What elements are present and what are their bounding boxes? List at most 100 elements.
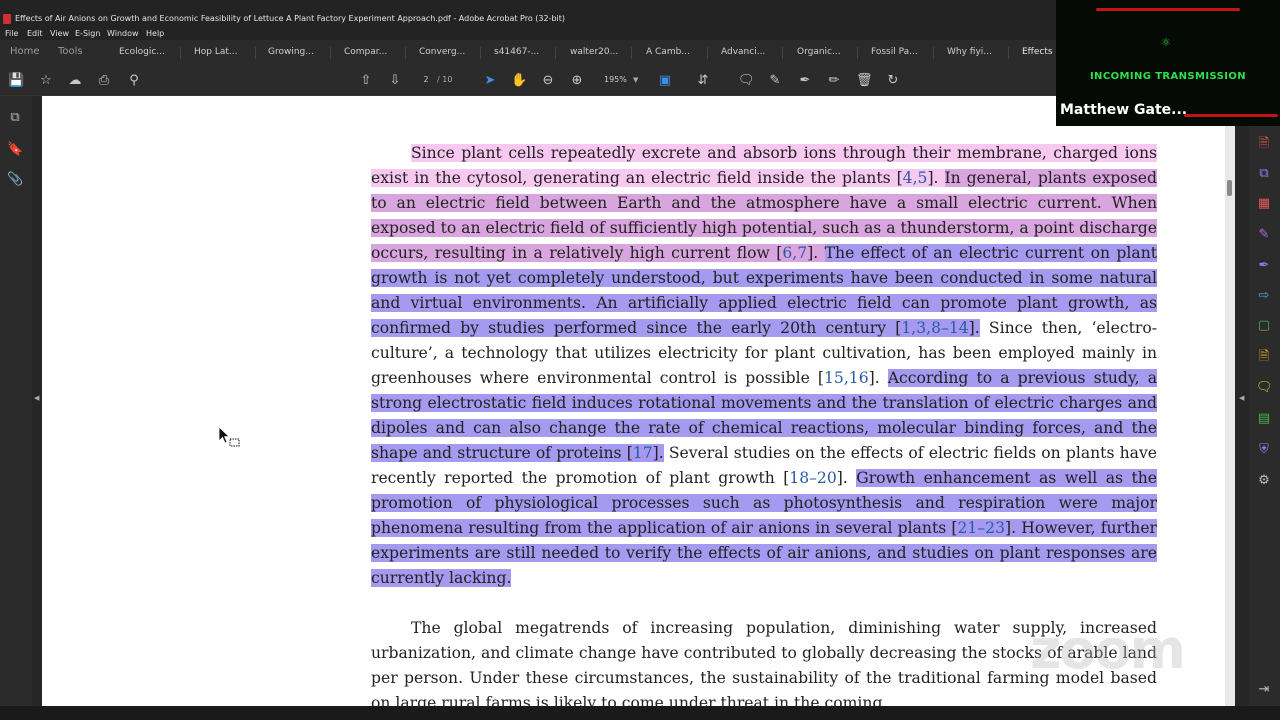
tab-divider [405, 47, 406, 59]
tab-divider [782, 47, 783, 59]
rotate-icon[interactable]: ↻ [885, 73, 901, 89]
citation-link[interactable]: 18–20 [789, 469, 836, 487]
tab-document[interactable]: Growing... [268, 47, 314, 57]
tab-divider [1008, 47, 1009, 59]
sentence: ]. [868, 369, 888, 387]
citation-link[interactable]: 4,5 [903, 169, 928, 187]
tab-document[interactable]: walter20... [570, 47, 618, 57]
mouse-pointer-icon [218, 426, 240, 447]
next-page-icon[interactable]: ⇩ [387, 73, 403, 89]
sentence: ]. [807, 244, 825, 262]
hand-tool-icon[interactable]: ✋ [511, 73, 527, 89]
menu-edit[interactable]: Edit [27, 29, 43, 38]
tab-document[interactable]: A Camb... [646, 47, 690, 57]
citation-link[interactable]: 15,16 [824, 369, 869, 387]
zoom-out-icon[interactable]: ⊖ [540, 73, 556, 89]
collapse-right-icon: ◀ [1239, 394, 1245, 402]
comment-icon[interactable]: 🗨 [738, 73, 755, 89]
tab-document[interactable]: Hop Lat... [194, 47, 238, 57]
citation-link[interactable]: 17 [633, 444, 653, 462]
search-icon[interactable]: ⚲ [126, 73, 142, 89]
menu-view[interactable]: View [50, 29, 69, 38]
select-cursor-icon[interactable]: ➤ [482, 73, 498, 89]
edit-pdf-icon[interactable]: ✎ [1256, 227, 1272, 243]
zoom-level[interactable]: 195% [604, 72, 627, 88]
sentence: ]. [652, 444, 664, 462]
zoom-dropdown-icon[interactable]: ▼ [633, 72, 638, 88]
paragraph: Since plant cells repeatedly excrete and… [371, 141, 1158, 591]
tab-divider [180, 47, 181, 59]
zoom-watermark: zoom [1030, 618, 1186, 681]
bookmarks-icon[interactable]: 🔖 [7, 142, 23, 158]
fit-page-icon[interactable]: ▣ [657, 73, 673, 89]
video-call-tile[interactable]: ⚛ INCOMING TRANSMISSION Matthew Gate... [1056, 0, 1280, 126]
scan-ocr-icon[interactable]: ▢ [1256, 318, 1272, 334]
tab-document[interactable]: Organic... [797, 47, 841, 57]
window-title: Effects of Air Anions on Growth and Econ… [15, 14, 566, 23]
tab-document[interactable]: Ecologic... [119, 47, 165, 57]
scroll-mode-icon[interactable]: ⇵ [695, 73, 711, 89]
tab-divider [933, 47, 934, 59]
comment-panel-icon[interactable]: 🗨 [1256, 380, 1273, 396]
tab-divider [707, 47, 708, 59]
upload-cloud-icon[interactable]: ☁ [67, 73, 83, 89]
page-number-input[interactable]: 2 [416, 72, 436, 88]
left-nav-rail: ⧉ 🔖 📎 [0, 96, 32, 706]
video-decoration-bar [1184, 114, 1278, 117]
export-pdf-icon[interactable]: ⇨ [1256, 288, 1272, 304]
menu-file[interactable]: File [5, 29, 18, 38]
right-tools-rail: 🗎 ⧉ ▦ ✎ ✒ ⇨ ▢ 🗎 🗨 ▤ ⛨ ⚙ ⇥ [1249, 96, 1280, 706]
page-thumbnails-icon[interactable]: ⧉ [7, 110, 23, 126]
print-icon[interactable]: ⎙ [96, 73, 112, 89]
edit-icon[interactable]: ✏ [826, 73, 842, 89]
tab-divider [480, 47, 481, 59]
tab-document[interactable]: Advanci... [721, 47, 765, 57]
sign-icon[interactable]: ✒ [797, 73, 813, 89]
pen-icon[interactable]: ✎ [767, 73, 783, 89]
zoom-in-icon[interactable]: ⊕ [569, 73, 585, 89]
tab-divider [555, 47, 556, 59]
bookmark-star-icon[interactable]: ☆ [38, 73, 54, 89]
sentence: ]. [836, 469, 857, 487]
page-total: / 10 [437, 75, 453, 84]
tab-document[interactable]: Fossil Pa... [871, 47, 918, 57]
tab-document[interactable]: s41467-... [494, 47, 539, 57]
save-icon[interactable]: 💾 [8, 73, 24, 89]
right-panel-toggle[interactable]: ◀ [1235, 96, 1249, 706]
tab-document[interactable]: Why fiyi... [947, 47, 992, 57]
tab-document[interactable]: Converg... [419, 47, 465, 57]
vertical-scrollbar[interactable] [1225, 96, 1235, 706]
tab-document[interactable]: Compar... [344, 47, 387, 57]
create-pdf-icon[interactable]: 🗎 [1256, 136, 1272, 152]
menu-esign[interactable]: E-Sign [75, 29, 100, 38]
organize-pages-icon[interactable]: ▦ [1256, 196, 1272, 212]
video-caption: INCOMING TRANSMISSION [1089, 71, 1247, 82]
status-bar [0, 706, 1280, 720]
collapse-tools-icon[interactable]: ⇥ [1256, 682, 1272, 698]
tab-tools[interactable]: Tools [58, 46, 83, 57]
left-panel-toggle[interactable]: ◀ [32, 96, 42, 706]
citation-link[interactable]: 6,7 [782, 244, 807, 262]
tab-divider [857, 47, 858, 59]
scrollbar-thumb[interactable] [1227, 180, 1232, 196]
compare-files-icon[interactable]: ▤ [1256, 411, 1272, 427]
sentence: ]. [927, 169, 945, 187]
pdf-app-icon [3, 14, 11, 24]
menu-help[interactable]: Help [146, 29, 164, 38]
citation-link[interactable]: 1,3,8–14 [901, 319, 968, 337]
previous-page-icon[interactable]: ⇧ [358, 73, 374, 89]
sentence: ]. [968, 319, 980, 337]
attachments-icon[interactable]: 📎 [7, 172, 23, 188]
signal-icon: ⚛ [1161, 36, 1171, 49]
protect-icon[interactable]: ⛨ [1256, 442, 1272, 458]
combine-files-icon[interactable]: ⧉ [1256, 166, 1272, 182]
delete-icon[interactable]: 🗑 [856, 73, 873, 89]
citation-link[interactable]: 21–23 [958, 519, 1005, 537]
send-for-review-icon[interactable]: 🗎 [1256, 349, 1272, 365]
collapse-left-icon: ◀ [34, 394, 40, 402]
tab-divider [631, 47, 632, 59]
menu-window[interactable]: Window [107, 29, 139, 38]
more-tools-icon[interactable]: ⚙ [1256, 473, 1272, 489]
tab-home[interactable]: Home [10, 46, 40, 57]
fill-sign-icon[interactable]: ✒ [1256, 258, 1272, 274]
